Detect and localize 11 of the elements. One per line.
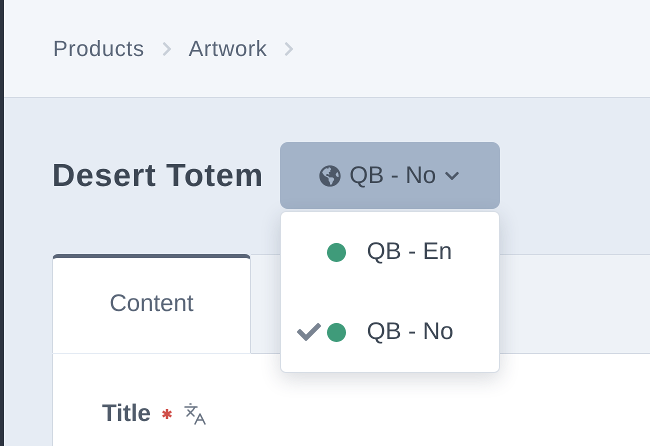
locale-dropdown[interactable]: QB - No xyxy=(280,142,500,209)
tab[interactable]: Content xyxy=(52,254,251,353)
field-label: Title xyxy=(102,400,151,428)
globe-icon xyxy=(319,164,342,186)
locale-option[interactable]: QB - En xyxy=(280,212,499,292)
breadcrumb-link[interactable]: Artwork xyxy=(188,36,268,62)
locale-label: QB - En xyxy=(366,238,452,266)
page-title: Desert Totem xyxy=(52,157,264,194)
locale-option[interactable]: QB - No xyxy=(280,292,499,372)
breadcrumb-link[interactable]: Products xyxy=(53,36,145,62)
locale-label: QB - No xyxy=(366,318,454,346)
